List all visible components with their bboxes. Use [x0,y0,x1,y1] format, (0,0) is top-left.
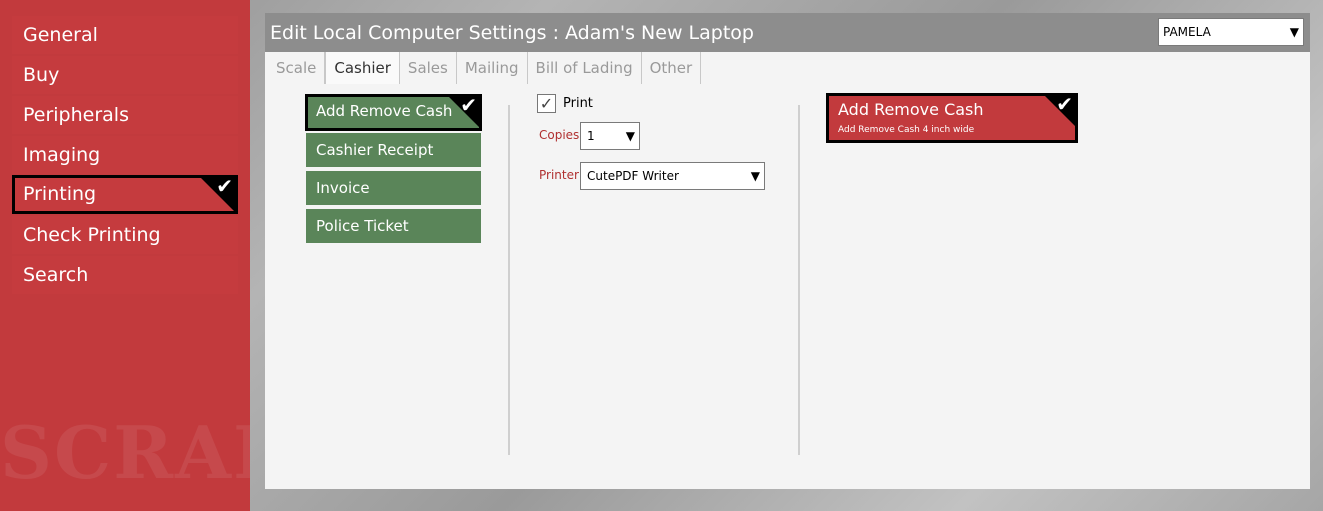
document-police-ticket[interactable]: Police Ticket [306,209,481,243]
chevron-down-icon: ▼ [1289,25,1299,39]
sidebar-item-label: Buy [23,64,60,86]
copies-select[interactable]: 1 ▼ [580,122,640,150]
sidebar-item-label: Imaging [23,144,101,166]
print-label: Print [563,96,593,111]
chevron-down-icon: ▼ [750,169,760,183]
document-add-remove-cash[interactable]: Add Remove Cash ✔ [305,94,482,131]
tab-sales[interactable]: Sales [399,52,457,84]
template-description: Add Remove Cash 4 inch wide [838,125,975,135]
document-cashier-receipt[interactable]: Cashier Receipt [306,133,481,167]
tab-cashier[interactable]: Cashier [325,52,400,84]
tab-bar: Scale Cashier Sales Mailing Bill of Ladi… [268,52,702,84]
sidebar-item-search[interactable]: Search [12,256,238,294]
document-label: Add Remove Cash [316,102,453,120]
sidebar-item-general[interactable]: General [12,16,238,54]
printer-value: CutePDF Writer [587,169,679,183]
sidebar-item-label: Peripherals [23,104,129,126]
tab-bill-of-lading[interactable]: Bill of Lading [527,52,642,84]
sidebar-item-check-printing[interactable]: Check Printing [12,216,238,254]
chevron-down-icon: ▼ [625,129,635,143]
template-title: Add Remove Cash [838,100,984,119]
tab-other[interactable]: Other [641,52,702,84]
sidebar-item-printing[interactable]: Printing ✔ [12,175,238,214]
user-select[interactable]: PAMELA ▼ [1158,18,1304,46]
watermark-logo: SCRAP [0,410,250,495]
settings-panel: Edit Local Computer Settings : Adam's Ne… [265,13,1310,489]
column-divider [798,105,800,455]
sidebar-item-label: General [23,24,98,46]
print-checkbox[interactable]: ✓ [537,94,556,113]
sidebar-item-label: Check Printing [23,224,161,246]
copies-label: Copies [539,128,580,142]
document-label: Cashier Receipt [316,141,434,159]
checkmark-icon: ✔ [1056,92,1073,116]
document-invoice[interactable]: Invoice [306,171,481,205]
sidebar-item-label: Search [23,264,89,286]
sidebar-item-peripherals[interactable]: Peripherals [12,96,238,134]
copies-value: 1 [587,129,595,143]
sidebar-item-label: Printing [23,183,97,205]
sidebar: SCRAP General Buy Peripherals Imaging Pr… [0,0,250,511]
document-label: Invoice [316,179,370,197]
template-card[interactable]: Add Remove Cash Add Remove Cash 4 inch w… [826,93,1078,143]
checkmark-icon: ✔ [460,93,477,117]
printer-label: Printer [539,168,579,182]
page-title: Edit Local Computer Settings : Adam's Ne… [270,22,754,44]
printer-select[interactable]: CutePDF Writer ▼ [580,162,765,190]
sidebar-item-buy[interactable]: Buy [12,56,238,94]
panel-header: Edit Local Computer Settings : Adam's Ne… [265,13,1310,52]
document-label: Police Ticket [316,217,409,235]
checkmark-icon: ✔ [216,174,233,198]
user-select-value: PAMELA [1163,25,1211,39]
tab-mailing[interactable]: Mailing [456,52,528,84]
sidebar-item-imaging[interactable]: Imaging [12,136,238,174]
column-divider [508,105,510,455]
tab-scale[interactable]: Scale [268,52,326,84]
